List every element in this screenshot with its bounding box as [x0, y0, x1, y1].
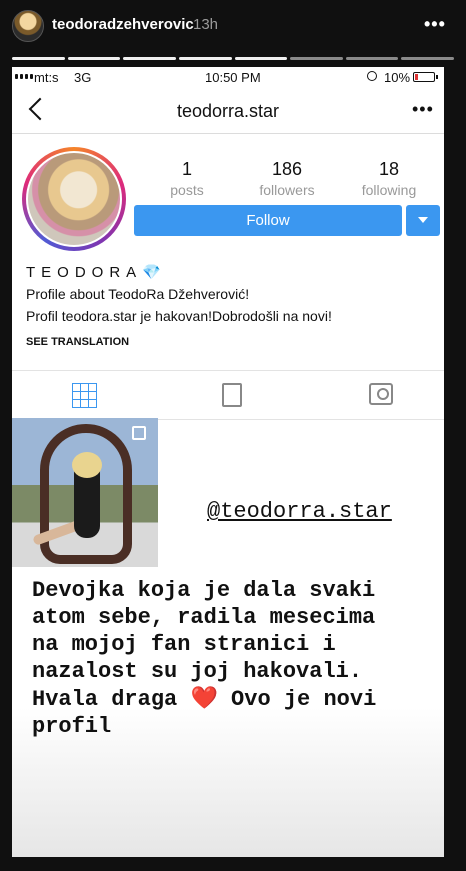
heart-emoji: ❤️ [190, 686, 218, 711]
stat-following-label: following [361, 182, 417, 198]
multiple-photos-icon [132, 426, 146, 440]
stat-followers-number: 186 [271, 159, 303, 179]
more-options-icon[interactable]: ••• [412, 99, 434, 120]
bio-name-text: TEODORA [26, 264, 143, 281]
progress-segment [401, 57, 454, 60]
progress-segment [234, 57, 288, 60]
bio-name: TEODORA💎 [26, 263, 161, 281]
see-translation-link[interactable]: SEE TRANSLATION [26, 336, 129, 348]
suggested-dropdown-button[interactable] [406, 205, 440, 236]
grid-view-icon[interactable] [72, 383, 97, 408]
stat-followers-label: followers [259, 182, 315, 198]
progress-segment [123, 57, 176, 60]
photo-detail [72, 452, 102, 478]
stat-following[interactable]: 18 following [354, 159, 424, 198]
follow-button[interactable]: Follow [134, 205, 402, 236]
profile-photo [26, 151, 122, 247]
signal-icon [15, 74, 33, 79]
story-header: teodoradzehverovic 13h ••• [0, 0, 466, 60]
profile-navbar: teodorra.star ••• [12, 89, 444, 134]
progress-segment [178, 57, 232, 60]
story-username[interactable]: teodoradzehverovic [52, 16, 194, 33]
progress-segment [345, 57, 399, 60]
story-avatar[interactable] [12, 10, 44, 42]
gem-emoji: 💎 [142, 264, 161, 281]
progress-segment [67, 57, 121, 60]
battery-percent: 10% [384, 70, 411, 85]
mention-sticker[interactable]: @teodorra.star [207, 499, 392, 524]
network-label: 3G [74, 70, 92, 85]
rotation-lock-icon [367, 71, 377, 81]
progress-segment [12, 57, 65, 60]
profile-avatar[interactable] [22, 147, 126, 251]
bio-line-1: Profile about TeodoRa Džehverović! [26, 286, 250, 302]
tagged-photos-icon[interactable] [369, 383, 393, 405]
carrier-label: mt:s [34, 70, 59, 85]
status-bar: mt:s 3G 10:50 PM 10% [12, 67, 444, 87]
status-time: 10:50 PM [205, 70, 261, 85]
profile-tabs [12, 370, 444, 420]
stat-following-number: 18 [378, 159, 400, 179]
stat-posts-label: posts [170, 182, 204, 198]
shared-screenshot: mt:s 3G 10:50 PM 10% teodorra.star ••• 1… [12, 67, 444, 857]
profile-username-title: teodorra.star [176, 101, 280, 121]
battery-icon [413, 72, 438, 82]
post-thumbnail[interactable] [12, 418, 158, 567]
story-progress [12, 57, 454, 60]
story-more-icon[interactable]: ••• [424, 14, 446, 35]
bio-line-2: Profil teodora.star je hakovan!Dobrodošl… [26, 308, 332, 324]
stat-posts-number: 1 [181, 159, 192, 179]
story-time: 13h [193, 16, 219, 33]
progress-segment [290, 57, 343, 60]
stat-followers[interactable]: 186 followers [252, 159, 322, 198]
stat-posts[interactable]: 1 posts [162, 159, 212, 198]
feed-view-icon[interactable] [222, 383, 242, 407]
story-caption: Devojka koja je dala svaki atom sebe, ra… [32, 577, 442, 740]
